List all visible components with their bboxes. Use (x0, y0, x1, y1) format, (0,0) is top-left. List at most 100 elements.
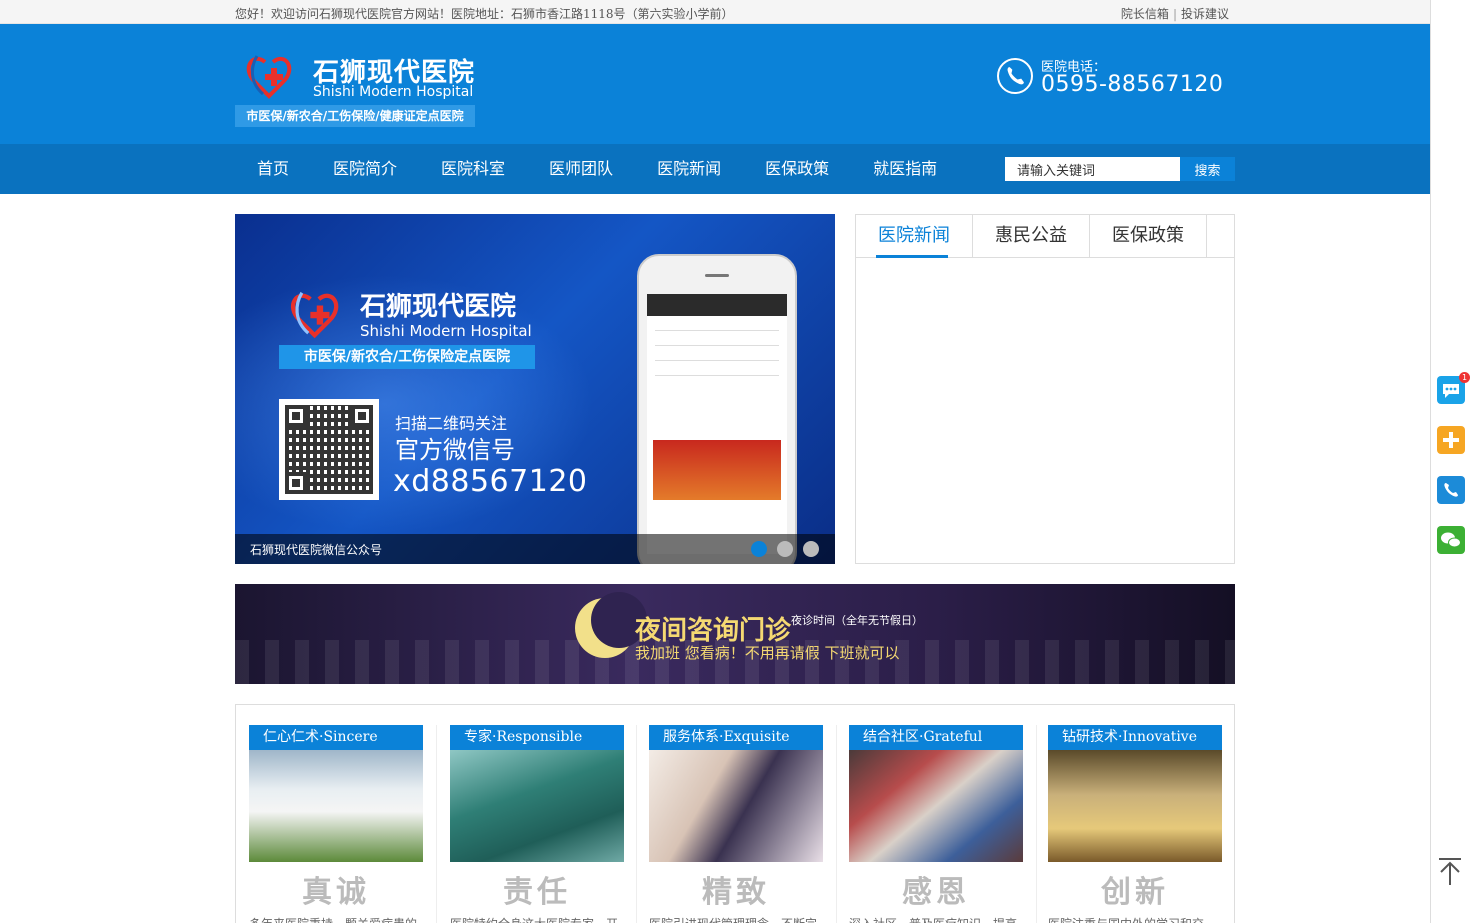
nav-item-insurance[interactable]: 医保政策 (743, 144, 851, 194)
hotline: 医院电话： 0595-88567120 (997, 56, 1237, 106)
nav-item-doctors[interactable]: 医师团队 (527, 144, 635, 194)
hospital-values: 仁心仁术·Sincere 真诚 多年来医院秉持一颗关爱病患的 专家·Respon… (235, 704, 1235, 923)
value-card-label: 仁心仁术·Sincere (249, 725, 423, 750)
value-card-label: 专家·Responsible (450, 725, 624, 750)
slider-dots (751, 541, 819, 557)
value-card-desc: 多年来医院秉持一颗关爱病患的 (249, 915, 423, 923)
phone-row (655, 375, 779, 376)
value-card-desc: 医院引进现代管理理念，不断完 (649, 915, 823, 923)
value-card-photo (1048, 750, 1222, 862)
card-divider (836, 725, 837, 923)
online-chat-button[interactable]: 1 (1437, 372, 1470, 404)
wechat-qr-code (279, 399, 379, 500)
search-button[interactable]: 搜索 (1180, 157, 1235, 181)
qr-corner (285, 472, 307, 494)
slide-caption: 石狮现代医院微信公众号 (250, 543, 383, 557)
wechat-button[interactable] (1437, 526, 1465, 554)
call-button[interactable] (1437, 476, 1465, 504)
news-tabs: 医院新闻 惠民公益 医保政策 (856, 215, 1234, 258)
nav-menu: 首页 医院简介 医院科室 医师团队 医院新闻 医保政策 就医指南 (235, 144, 959, 194)
director-mailbox-link[interactable]: 院长信箱 (1121, 7, 1169, 21)
nav-item-about[interactable]: 医院简介 (311, 144, 419, 194)
card-divider (636, 725, 637, 923)
slide-tagline: 市医保/新农合/工伤保险定点医院 (279, 345, 535, 369)
value-card-photo (249, 750, 423, 862)
value-card-desc: 医院特约全身这大医院专家、开 (450, 915, 624, 923)
value-card-motto: 创新 (1101, 875, 1169, 910)
site-header: 石狮现代医院 Shishi Modern Hospital 市医保/新农合/工伤… (0, 24, 1430, 144)
night-clinic-banner[interactable]: 夜间咨询门诊 夜诊时间（全年无节假日） 我加班 您看病！不用再请假 下班就可以 (235, 584, 1235, 684)
news-panel: 医院新闻 惠民公益 医保政策 (855, 214, 1235, 564)
slide-logo-chinese: 石狮现代医院 (360, 292, 517, 322)
slide-logo-icon (291, 291, 339, 339)
logo-english-name: Shishi Modern Hospital (313, 84, 474, 100)
telephone-icon (997, 58, 1033, 94)
site-logo[interactable]: 石狮现代医院 Shishi Modern Hospital 市医保/新农合/工伤… (235, 48, 475, 127)
value-card-motto: 责任 (503, 875, 571, 910)
main-nav: 首页 医院简介 医院科室 医师团队 医院新闻 医保政策 就医指南 搜索 (0, 144, 1430, 194)
value-card-motto: 精致 (702, 875, 770, 910)
phone-speaker (705, 274, 729, 277)
card-divider (1036, 725, 1037, 923)
phone-poster (653, 440, 781, 500)
value-card[interactable]: 结合社区·Grateful 感恩 深入社区，普及医疗知识，提高 (849, 725, 1023, 923)
slide-wechat-text: 官方微信号 (395, 436, 515, 464)
phone-mockup (637, 254, 797, 564)
tab-insurance-policy[interactable]: 医保政策 (1090, 215, 1207, 257)
top-link-separator: | (1172, 7, 1177, 21)
phone-screen (647, 294, 787, 554)
value-card-motto: 感恩 (902, 875, 970, 910)
value-card[interactable]: 专家·Responsible 责任 医院特约全身这大医院专家、开 (450, 725, 624, 923)
nav-item-news[interactable]: 医院新闻 (635, 144, 743, 194)
slider-dot-2[interactable] (777, 541, 793, 557)
phone-icon (1437, 476, 1465, 504)
value-card-label: 结合社区·Grateful (849, 725, 1023, 750)
nav-item-guide[interactable]: 就医指南 (851, 144, 959, 194)
search-box: 搜索 (1005, 157, 1235, 181)
slider-dot-1[interactable] (751, 541, 767, 557)
value-card-label: 钻研技术·Innovative (1048, 725, 1222, 750)
qr-pattern (285, 405, 373, 494)
phone-row (655, 345, 779, 346)
value-card[interactable]: 仁心仁术·Sincere 真诚 多年来医院秉持一颗关爱病患的 (249, 725, 423, 923)
complaint-link[interactable]: 投诉建议 (1181, 7, 1229, 21)
value-card-desc: 医院注重与国内外的学习和交 (1048, 915, 1222, 923)
hospital-logo-icon (246, 55, 292, 99)
banner-subtitle: 我加班 您看病！不用再请假 下班就可以 (635, 644, 900, 662)
value-card-photo (849, 750, 1023, 862)
value-card-photo (450, 750, 624, 862)
value-card-desc: 深入社区，普及医疗知识，提高 (849, 915, 1023, 923)
value-card[interactable]: 服务体系·Exquisite 精致 医院引进现代管理理念，不断完 (649, 725, 823, 923)
value-card-motto: 真诚 (302, 875, 370, 910)
phone-row (655, 360, 779, 361)
floating-toolbar (1430, 0, 1470, 923)
back-to-top-icon[interactable] (1437, 857, 1463, 887)
top-links: 院长信箱 | 投诉建议 (1121, 5, 1229, 22)
search-input[interactable] (1005, 157, 1180, 181)
slide-logo-english: Shishi Modern Hospital (360, 322, 532, 340)
banner-time: 夜诊时间（全年无节假日） (791, 614, 923, 627)
slide-wechat-id: xd88567120 (393, 464, 588, 499)
welcome-text: 您好！欢迎访问石狮现代医院官方网站！医院地址：石狮市香江路1118号（第六实验小… (235, 7, 734, 21)
logo-tagline: 市医保/新农合/工伤保险/健康证定点医院 (235, 105, 475, 127)
share-plus-icon (1437, 426, 1465, 454)
share-button[interactable] (1437, 426, 1465, 454)
phone-row (655, 330, 779, 331)
phone-status-bar (647, 294, 787, 316)
chat-badge: 1 (1459, 372, 1470, 383)
value-card-label: 服务体系·Exquisite (649, 725, 823, 750)
slider-dot-3[interactable] (803, 541, 819, 557)
tab-public-welfare[interactable]: 惠民公益 (973, 215, 1090, 257)
value-card[interactable]: 钻研技术·Innovative 创新 医院注重与国内外的学习和交 (1048, 725, 1222, 923)
nav-item-home[interactable]: 首页 (235, 144, 311, 194)
top-bar: 您好！欢迎访问石狮现代医院官方网站！医院地址：石狮市香江路1118号（第六实验小… (0, 0, 1430, 24)
nav-item-departments[interactable]: 医院科室 (419, 144, 527, 194)
hotline-number: 0595-88567120 (1041, 72, 1224, 97)
qr-corner (285, 405, 307, 427)
hero-slider[interactable]: 石狮现代医院 Shishi Modern Hospital 市医保/新农合/工伤… (235, 214, 835, 564)
wechat-icon (1437, 526, 1465, 554)
slide-caption-bar: 石狮现代医院微信公众号 (235, 534, 835, 564)
tab-hospital-news[interactable]: 医院新闻 (856, 215, 973, 258)
value-card-photo (649, 750, 823, 862)
card-divider (436, 725, 437, 923)
